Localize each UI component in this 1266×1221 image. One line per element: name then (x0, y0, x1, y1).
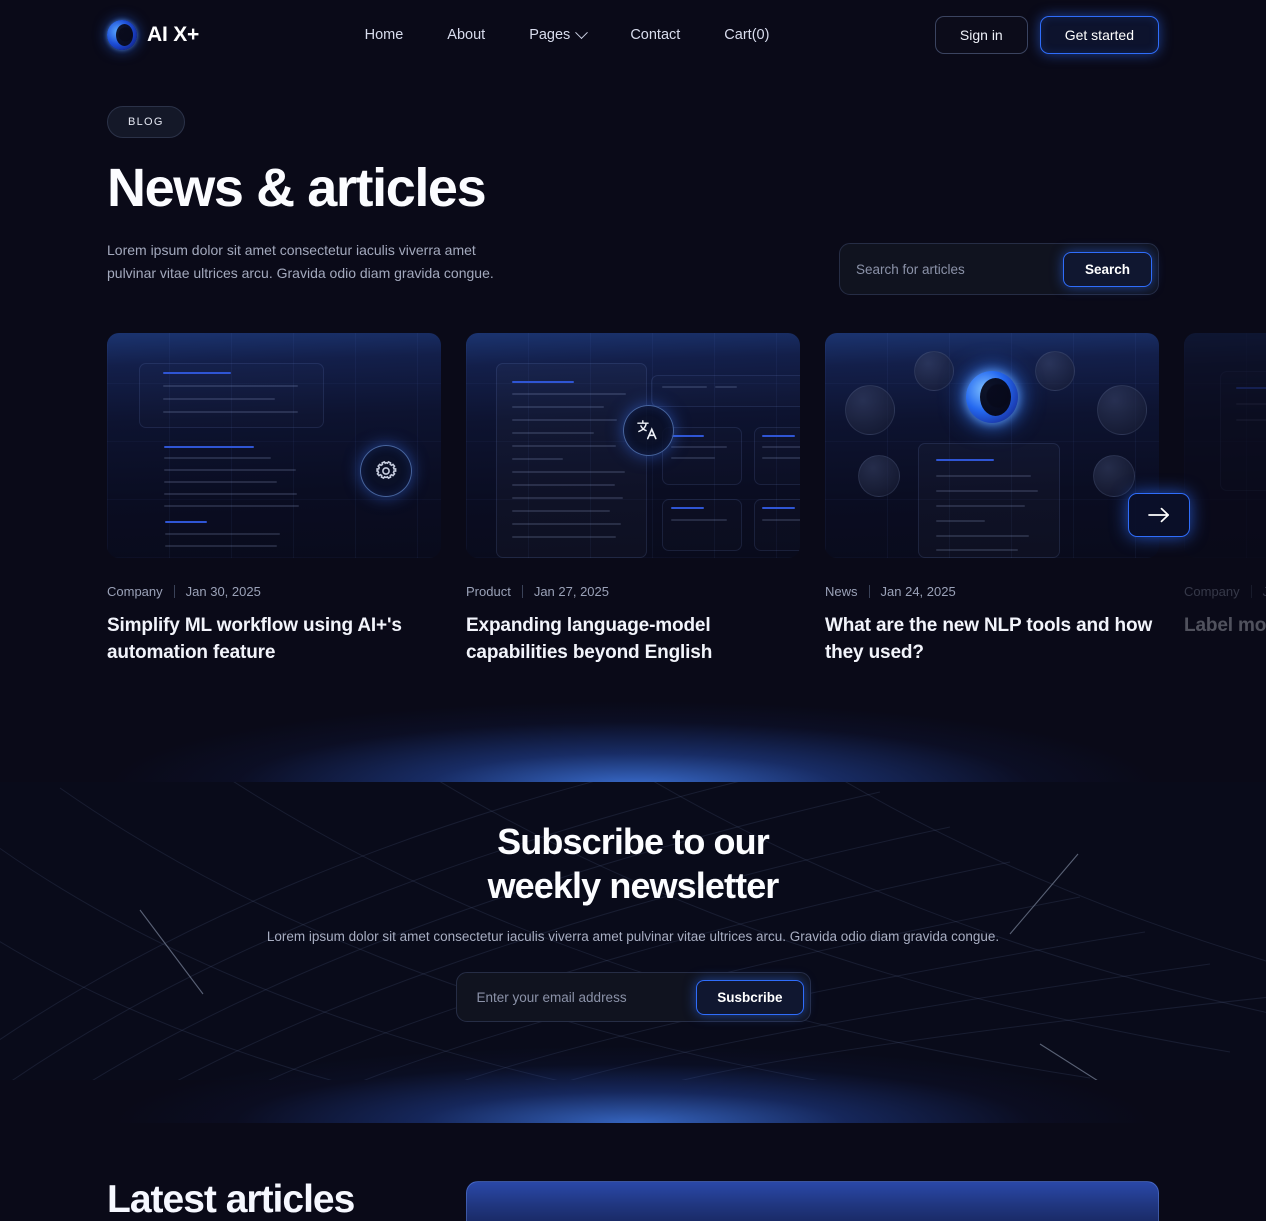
nav-item-home-label: Home (364, 27, 404, 43)
gear-icon (360, 445, 412, 498)
article-card[interactable]: News Jan 24, 2025 What are the new NLP t… (825, 333, 1159, 666)
article-thumbnail (107, 333, 441, 559)
chevron-down-icon (575, 25, 589, 39)
nav-item-contact-label: Contact (630, 27, 681, 43)
blog-badge: BLOG (107, 106, 185, 138)
nav-links: Home About Pages Contact Cart(0) (365, 25, 769, 43)
latest-articles-section: Latest articles (0, 1123, 1266, 1221)
nav-item-contact[interactable]: Contact (630, 27, 680, 43)
article-category: Company (1184, 584, 1240, 600)
decorative-circle (914, 351, 954, 392)
doc-panel (651, 375, 800, 408)
newsletter-form: Susbcribe (455, 972, 811, 1023)
meta-divider (868, 585, 870, 599)
search-input[interactable] (856, 261, 1063, 277)
nav-item-cart-label: Cart(0) (724, 27, 770, 43)
articles-track: Company Jan 30, 2025 Simplify ML workflo… (107, 333, 1266, 666)
search-button[interactable]: Search (1062, 251, 1152, 287)
orb-logo-icon (966, 371, 1018, 424)
article-title[interactable]: Simplify ML workflow using AI+'s automat… (107, 613, 441, 666)
decorative-circle (845, 385, 895, 436)
articles-carousel: Company Jan 30, 2025 Simplify ML workflo… (0, 333, 1266, 698)
article-date: Jan 21, 2025 (1262, 584, 1266, 600)
translate-icon (623, 405, 674, 457)
nav-item-home[interactable]: Home (365, 27, 404, 43)
newsletter-title-line1: Subscribe to our (497, 821, 770, 862)
article-card[interactable]: Product Jan 27, 2025 Expanding language-… (466, 333, 800, 666)
hero-row: Lorem ipsum dolor sit amet consectetur i… (107, 239, 1159, 296)
article-card[interactable]: Company Jan 30, 2025 Simplify ML workflo… (107, 333, 441, 666)
meta-divider (1250, 585, 1252, 599)
article-thumbnail (825, 333, 1159, 559)
article-thumbnail (1184, 333, 1266, 559)
doc-panel (1220, 371, 1266, 492)
email-field[interactable] (476, 989, 697, 1005)
article-thumbnail (466, 333, 800, 559)
nav-item-pages-label: Pages (529, 27, 571, 43)
newsletter-title-line2: weekly newsletter (487, 864, 780, 906)
newsletter-title: Subscribe to our weekly newsletter (0, 820, 1266, 908)
decorative-circle (858, 455, 900, 498)
orb-logo-icon (107, 20, 137, 50)
nav-item-about[interactable]: About (447, 27, 485, 43)
article-category: Product (466, 584, 511, 600)
sign-in-button[interactable]: Sign in (934, 16, 1028, 54)
article-search-bar: Search (839, 243, 1159, 296)
subscribe-button[interactable]: Susbcribe (696, 979, 804, 1015)
article-meta: Company Jan 21, 2025 (1184, 584, 1266, 599)
article-category: News (825, 584, 858, 600)
nav-actions: Sign in Get started (934, 16, 1159, 54)
latest-articles-title: Latest articles (107, 1178, 355, 1221)
article-title[interactable]: What are the new NLP tools and how they … (825, 613, 1159, 666)
article-title[interactable]: Label model (1184, 613, 1266, 640)
decorative-circle (1093, 455, 1135, 498)
meta-divider (173, 585, 175, 599)
page-title: News & articles (107, 158, 487, 218)
nav-item-pages[interactable]: Pages (529, 25, 589, 43)
meta-divider (521, 585, 523, 599)
article-title[interactable]: Expanding language-model capabilities be… (466, 613, 800, 666)
featured-article-card[interactable] (466, 1181, 1159, 1221)
article-card[interactable]: Company Jan 21, 2025 Label model (1184, 333, 1266, 666)
newsletter-subtitle: Lorem ipsum dolor sit amet consectetur i… (266, 928, 1000, 944)
hero-section: BLOG News & articles Lorem ipsum dolor s… (0, 70, 1266, 296)
article-date: Jan 27, 2025 (533, 584, 609, 600)
brand-name: AI X+ (147, 23, 200, 46)
hero-subtitle: Lorem ipsum dolor sit amet consectetur i… (107, 242, 494, 281)
carousel-next-button[interactable] (1128, 493, 1190, 538)
nav-item-cart[interactable]: Cart(0) (724, 27, 769, 43)
brand-logo[interactable]: AI X+ (107, 20, 199, 50)
article-date: Jan 30, 2025 (185, 584, 261, 600)
nav-item-about-label: About (447, 27, 486, 43)
article-category: Company (107, 584, 163, 600)
article-meta: Product Jan 27, 2025 (466, 584, 800, 599)
newsletter-content: Subscribe to our weekly newsletter Lorem… (0, 782, 1266, 1023)
newsletter-section: Subscribe to our weekly newsletter Lorem… (0, 782, 1266, 1080)
arrow-right-icon (1148, 507, 1170, 523)
article-meta: Company Jan 30, 2025 (107, 584, 441, 599)
top-navigation-bar: AI X+ Home About Pages Contact Cart(0) S… (0, 0, 1266, 70)
article-date: Jan 24, 2025 (880, 584, 956, 600)
get-started-button[interactable]: Get started (1039, 16, 1159, 54)
article-meta: News Jan 24, 2025 (825, 584, 1159, 599)
decorative-circle (1035, 351, 1075, 392)
decorative-circle (1097, 385, 1147, 436)
